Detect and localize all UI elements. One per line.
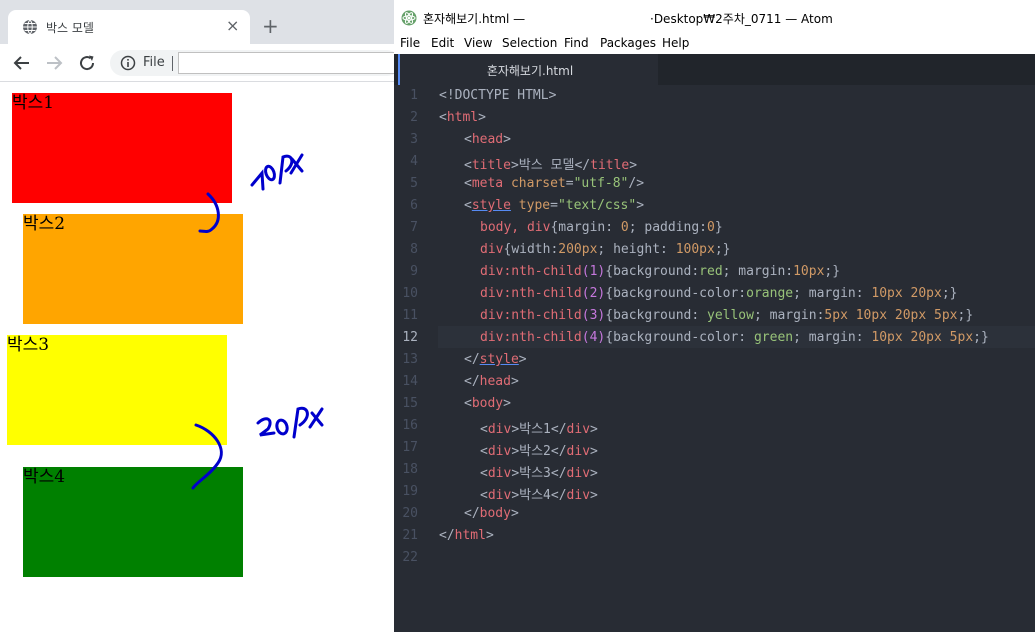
code-line: <head> bbox=[464, 132, 511, 147]
page-viewport: 박스1 박스2 박스3 박스4 bbox=[0, 83, 394, 632]
line-number: 9 bbox=[410, 264, 418, 279]
code-line: div:nth-child(1){background:red; margin:… bbox=[480, 264, 841, 279]
line-number: 3 bbox=[410, 132, 418, 147]
line-number: 15 bbox=[402, 396, 418, 411]
arrow-left-icon bbox=[13, 56, 29, 70]
back-button[interactable] bbox=[10, 51, 34, 75]
box-2: 박스2 bbox=[23, 214, 243, 324]
box-3: 박스3 bbox=[7, 335, 227, 445]
atom-titlebar: 혼자해보기.html — ·Desktop₩2주차_0711 — Atom bbox=[394, 0, 1035, 34]
code-line: <title>박스 모델</title> bbox=[464, 158, 638, 173]
code-line: div:nth-child(2){background-color:orange… bbox=[480, 286, 958, 301]
editor-tab[interactable]: 혼자해보기.html bbox=[398, 54, 658, 85]
browser-tab[interactable]: 박스 모델 × bbox=[8, 10, 250, 44]
line-number: 16 bbox=[402, 418, 418, 433]
line-number: 14 bbox=[402, 374, 418, 389]
info-icon[interactable] bbox=[120, 55, 136, 71]
menu-find[interactable]: Find bbox=[564, 36, 589, 50]
url-scheme-label: File bbox=[143, 55, 165, 70]
menu-help[interactable]: Help bbox=[662, 36, 689, 50]
box-4: 박스4 bbox=[23, 467, 243, 577]
code-line: body, div{margin: 0; padding:0} bbox=[480, 220, 723, 235]
url-input[interactable] bbox=[178, 52, 394, 74]
tab-close-icon[interactable]: × bbox=[226, 17, 239, 35]
line-number: 12 bbox=[402, 330, 418, 345]
line-number: 6 bbox=[410, 198, 418, 213]
menu-packages[interactable]: Packages bbox=[600, 36, 656, 50]
menu-edit[interactable]: Edit bbox=[431, 36, 454, 50]
code-editor[interactable]: 1 2 3 4 5 6 7 8 9 10 11 12 13 14 15 16 17 18 19 20 21 22 <!DO… bbox=[394, 85, 1035, 632]
editor-tab-label: 혼자해보기.html bbox=[486, 64, 574, 78]
address-bar[interactable]: File bbox=[110, 50, 394, 76]
box-1: 박스1 bbox=[12, 93, 232, 203]
line-number: 1 bbox=[410, 88, 418, 103]
tab-title: 박스 모델 bbox=[46, 21, 94, 35]
globe-icon bbox=[23, 19, 37, 35]
code-line: div:nth-child(3){background: yellow; mar… bbox=[480, 308, 974, 323]
line-number: 10 bbox=[402, 286, 418, 301]
arrow-right-icon bbox=[47, 56, 63, 70]
line-number: 4 bbox=[410, 154, 418, 169]
handwritten-20px bbox=[256, 406, 324, 439]
code-line: </head> bbox=[464, 374, 519, 389]
code-line: <div>박스3</div> bbox=[480, 466, 598, 481]
line-number: 18 bbox=[402, 462, 418, 477]
code-line: </style> bbox=[464, 352, 527, 367]
window-title-filename: 혼자해보기.html — bbox=[423, 12, 526, 26]
line-number: 5 bbox=[410, 176, 418, 191]
code-line: <div>박스2</div> bbox=[480, 444, 598, 459]
line-number: 8 bbox=[410, 242, 418, 257]
code-line: <meta charset="utf-8"/> bbox=[464, 176, 645, 191]
code-line: <style type="text/css"> bbox=[464, 198, 645, 213]
code-line: <!DOCTYPE HTML> bbox=[439, 88, 557, 103]
code-line: </body> bbox=[464, 506, 519, 521]
code-line: div:nth-child(4){background-color: green… bbox=[480, 330, 989, 345]
line-number-gutter: 1 2 3 4 5 6 7 8 9 10 11 12 13 14 15 16 17 18 19 20 21 22 bbox=[394, 85, 424, 632]
line-number: 22 bbox=[402, 550, 418, 565]
reload-button[interactable] bbox=[75, 51, 99, 75]
menu-selection[interactable]: Selection bbox=[502, 36, 557, 50]
menu-file[interactable]: File bbox=[400, 36, 420, 50]
line-number: 11 bbox=[402, 308, 418, 323]
menu-view[interactable]: View bbox=[464, 36, 492, 50]
atom-window: 혼자해보기.html — ·Desktop₩2주차_0711 — Atom Fi… bbox=[394, 0, 1035, 632]
line-number: 17 bbox=[402, 440, 418, 455]
code-line: <div>박스4</div> bbox=[480, 488, 598, 503]
handwritten-10px bbox=[250, 153, 304, 191]
browser-tabstrip: 박스 모델 × + bbox=[0, 0, 394, 44]
code-line: <html> bbox=[439, 110, 486, 125]
line-number: 21 bbox=[402, 528, 418, 543]
line-number: 2 bbox=[410, 110, 418, 125]
line-number: 20 bbox=[402, 506, 418, 521]
editor-tabbar: 혼자해보기.html bbox=[394, 54, 1035, 85]
atom-logo-icon bbox=[401, 10, 417, 26]
line-number: 19 bbox=[402, 484, 418, 499]
new-tab-button[interactable]: + bbox=[262, 15, 279, 37]
browser-toolbar: File bbox=[0, 44, 394, 82]
reload-icon bbox=[80, 55, 95, 71]
code-line: <body> bbox=[464, 396, 511, 411]
forward-button[interactable] bbox=[42, 51, 66, 75]
code-line: </html> bbox=[439, 528, 494, 543]
line-number: 13 bbox=[402, 352, 418, 367]
line-number: 7 bbox=[410, 220, 418, 235]
browser-window: 박스 모델 × + File 박스1 박스2 박스3 박스4 bbox=[0, 0, 394, 632]
url-separator bbox=[172, 56, 173, 71]
code-line: div{width:200px; height: 100px;} bbox=[480, 242, 731, 257]
code-line: <div>박스1</div> bbox=[480, 422, 598, 437]
atom-menubar: File Edit View Selection Find Packages H… bbox=[394, 34, 1035, 54]
window-title-path: ·Desktop₩2주차_0711 — Atom bbox=[650, 12, 833, 26]
